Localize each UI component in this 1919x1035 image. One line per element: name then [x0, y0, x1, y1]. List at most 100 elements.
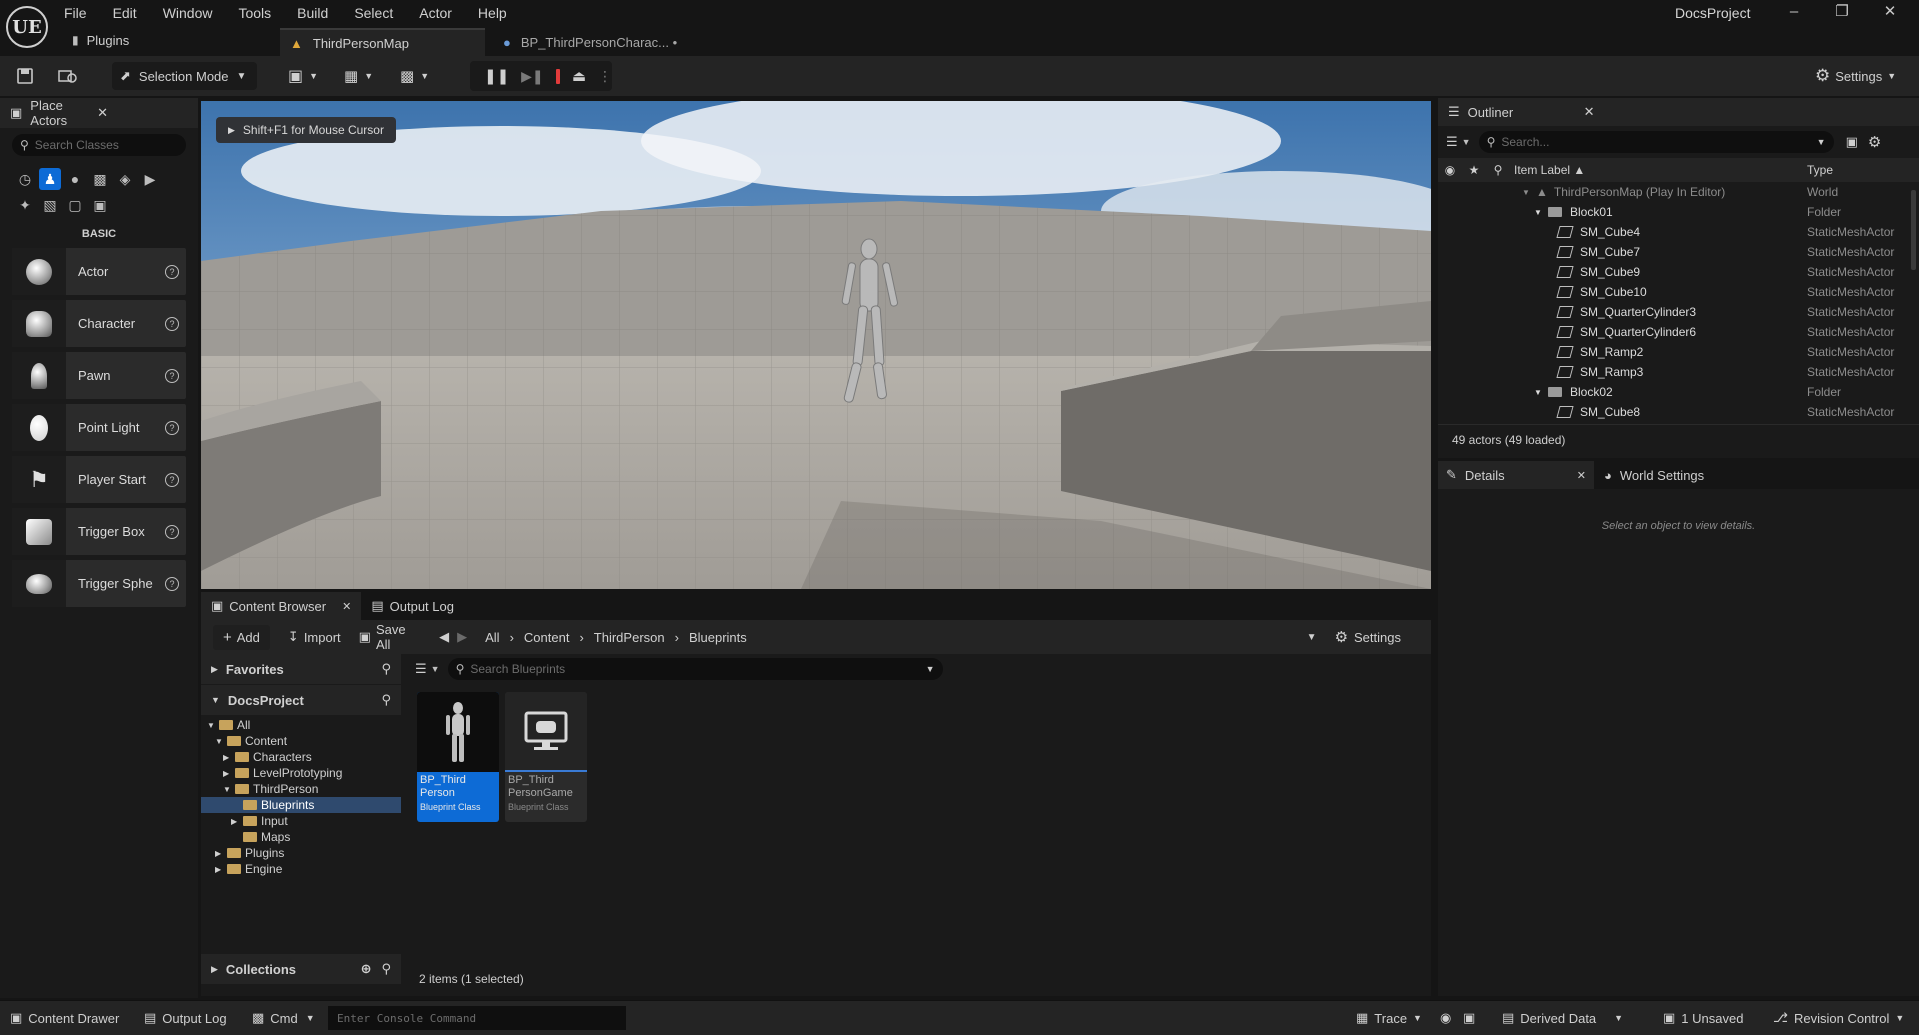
- filter-icon[interactable]: ☰: [415, 661, 427, 677]
- content-icon[interactable]: [58, 64, 78, 88]
- tab-output-log[interactable]: ▤ Output Log: [361, 592, 464, 620]
- outliner-row-sm-quartercylinder6[interactable]: SM_QuarterCylinder6 StaticMeshActor: [1438, 322, 1919, 342]
- plugins-button[interactable]: ▮ Plugins: [72, 30, 129, 50]
- close-icon[interactable]: ✕: [97, 105, 108, 121]
- outliner-row-sm-ramp3[interactable]: SM_Ramp3 StaticMeshActor: [1438, 362, 1919, 382]
- asset-tile-bp-thirdpersongame[interactable]: BP_Third PersonGame Blueprint Class: [505, 692, 587, 822]
- outliner-row-world[interactable]: ▼ ▲ ThirdPersonMap (Play In Editor) Worl…: [1438, 182, 1919, 202]
- outliner-row-sm-cube10[interactable]: SM_Cube10 StaticMeshActor: [1438, 282, 1919, 302]
- outliner-row-sm-cube7[interactable]: SM_Cube7 StaticMeshActor: [1438, 242, 1919, 262]
- step-frame-icon[interactable]: ▶❚: [521, 68, 544, 85]
- outliner-row-block01[interactable]: ▼ Block01 Folder: [1438, 202, 1919, 222]
- import-button[interactable]: ↧ Import: [288, 629, 341, 645]
- chevron-down-icon[interactable]: ▼: [431, 664, 440, 674]
- outliner-row-sm-quartercylinder3[interactable]: SM_QuarterCylinder3 StaticMeshActor: [1438, 302, 1919, 322]
- stop-icon[interactable]: [555, 68, 560, 84]
- more-options-icon[interactable]: ⋮: [598, 68, 612, 85]
- all-classes-icon[interactable]: ▧: [39, 194, 61, 216]
- actor-item-character[interactable]: Character ?: [12, 300, 186, 347]
- selection-mode-dropdown[interactable]: ⬈ Selection Mode ▼: [112, 62, 257, 90]
- blueprint-menu-button[interactable]: ▦ ▼: [344, 64, 373, 88]
- derived-data-dropdown[interactable]: ▤ Derived Data ▼: [1502, 1010, 1623, 1026]
- menu-build[interactable]: Build: [297, 5, 328, 21]
- project-section[interactable]: ▼ DocsProject ⚲: [201, 685, 401, 715]
- tree-item-thirdperson[interactable]: ▼ ThirdPerson: [201, 781, 401, 797]
- tab-place-actors[interactable]: ▣ Place Actors ✕: [0, 98, 198, 128]
- cb-settings-button[interactable]: ⚙ Settings: [1335, 628, 1401, 646]
- search-icon[interactable]: ⚲: [381, 692, 391, 708]
- menu-help[interactable]: Help: [478, 5, 507, 21]
- cmd-dropdown[interactable]: ▩ Cmd ▼: [252, 1010, 315, 1026]
- help-icon[interactable]: ?: [165, 472, 179, 487]
- tree-item-content[interactable]: ▼ Content: [201, 733, 401, 749]
- crumb-all[interactable]: All: [485, 630, 499, 645]
- favorites-section[interactable]: ▶ Favorites ⚲: [201, 654, 401, 684]
- collections-section[interactable]: ▶ Collections ⊕ ⚲: [201, 954, 401, 984]
- forward-icon[interactable]: ▶: [457, 629, 467, 645]
- basic-icon[interactable]: ♟: [39, 168, 61, 190]
- eye-icon[interactable]: ◉: [1438, 163, 1462, 177]
- close-icon[interactable]: ✕: [1584, 104, 1595, 120]
- tab-world-settings[interactable]: ◕ World Settings: [1594, 461, 1714, 489]
- column-item-label[interactable]: Item Label ▲: [1510, 163, 1807, 177]
- tab-thirdpersonmap[interactable]: ▲ ThirdPersonMap: [280, 28, 485, 56]
- help-icon[interactable]: ?: [165, 368, 179, 383]
- eject-icon[interactable]: ⏏: [572, 67, 586, 85]
- content-drawer-button[interactable]: ▣ Content Drawer: [10, 1010, 119, 1026]
- tree-item-plugins[interactable]: ▶ Plugins: [201, 845, 401, 861]
- unreal-logo-icon[interactable]: UE: [6, 6, 48, 48]
- chevron-down-icon[interactable]: ▼: [1307, 632, 1317, 643]
- help-icon[interactable]: ?: [165, 576, 179, 591]
- cinematic-icon[interactable]: ▩: [89, 168, 111, 190]
- menu-select[interactable]: Select: [354, 5, 393, 21]
- tab-outliner[interactable]: ☰ Outliner ✕: [1438, 98, 1919, 126]
- add-button[interactable]: + Add: [213, 624, 270, 650]
- star-icon[interactable]: ★: [1462, 163, 1486, 177]
- crumb-content[interactable]: Content: [524, 630, 570, 645]
- actor-item-trigger-box[interactable]: Trigger Box ?: [12, 508, 186, 555]
- crumb-blueprints[interactable]: Blueprints: [689, 630, 747, 645]
- shapes-icon[interactable]: ▢: [64, 194, 86, 216]
- save-icon[interactable]: [16, 64, 34, 88]
- restore-icon[interactable]: ❐: [1818, 2, 1866, 20]
- tree-item-blueprints[interactable]: Blueprints: [201, 797, 401, 813]
- help-icon[interactable]: ?: [165, 316, 179, 331]
- menu-tools[interactable]: Tools: [238, 5, 271, 21]
- outliner-search-input[interactable]: ⚲ Search... ▼: [1478, 131, 1834, 153]
- search-icon[interactable]: ⚲: [381, 961, 391, 977]
- crumb-thirdperson[interactable]: ThirdPerson: [594, 630, 665, 645]
- gear-icon[interactable]: ⚙: [1868, 133, 1881, 151]
- actor-item-trigger-sphere[interactable]: Trigger Sphe ?: [12, 560, 186, 607]
- add-folder-icon[interactable]: ▣: [1846, 134, 1858, 150]
- outliner-row-block02[interactable]: ▼ Block02 Folder: [1438, 382, 1919, 402]
- help-icon[interactable]: ?: [165, 420, 179, 435]
- pin-icon[interactable]: ⚲: [1486, 163, 1510, 177]
- unsaved-button[interactable]: ▣ 1 Unsaved: [1663, 1010, 1743, 1026]
- tree-item-levelprototyping[interactable]: ▶ LevelPrototyping: [201, 765, 401, 781]
- tree-item-characters[interactable]: ▶ Characters: [201, 749, 401, 765]
- screenshot-button[interactable]: ▣: [1463, 1010, 1475, 1026]
- output-log-button[interactable]: ▤ Output Log: [144, 1010, 227, 1026]
- asset-tile-bp-thirdperson[interactable]: BP_Third Person Blueprint Class: [417, 692, 499, 822]
- pause-icon[interactable]: ❚❚: [484, 67, 509, 85]
- search-classes-input[interactable]: ⚲ Search Classes: [12, 134, 186, 156]
- search-icon[interactable]: ⚲: [381, 661, 391, 677]
- chevron-down-icon[interactable]: ▼: [1462, 137, 1471, 147]
- chevron-down-icon[interactable]: ▼: [1817, 137, 1826, 147]
- outliner-row-sm-cube8[interactable]: SM_Cube8 StaticMeshActor: [1438, 402, 1919, 422]
- visual-effects-icon[interactable]: ◈: [114, 168, 136, 190]
- search-blueprints-input[interactable]: ⚲ Search Blueprints ▼: [447, 658, 943, 680]
- tab-content-browser[interactable]: ▣ Content Browser ✕: [201, 592, 362, 620]
- column-type[interactable]: Type: [1807, 163, 1919, 177]
- tree-item-all[interactable]: ▼ All: [201, 717, 401, 733]
- menu-edit[interactable]: Edit: [113, 5, 137, 21]
- geometry-icon[interactable]: ▶: [139, 168, 161, 190]
- help-icon[interactable]: ?: [165, 264, 179, 279]
- add-actor-button[interactable]: ▣ ▼: [288, 64, 318, 88]
- tab-details[interactable]: ✎ Details ✕: [1438, 461, 1594, 489]
- help-icon[interactable]: ?: [165, 524, 179, 539]
- save-all-button[interactable]: ▣ Save All: [359, 622, 421, 652]
- tree-item-maps[interactable]: Maps: [201, 829, 401, 845]
- actor-item-pawn[interactable]: Pawn ?: [12, 352, 186, 399]
- close-icon[interactable]: ✕: [1866, 2, 1914, 20]
